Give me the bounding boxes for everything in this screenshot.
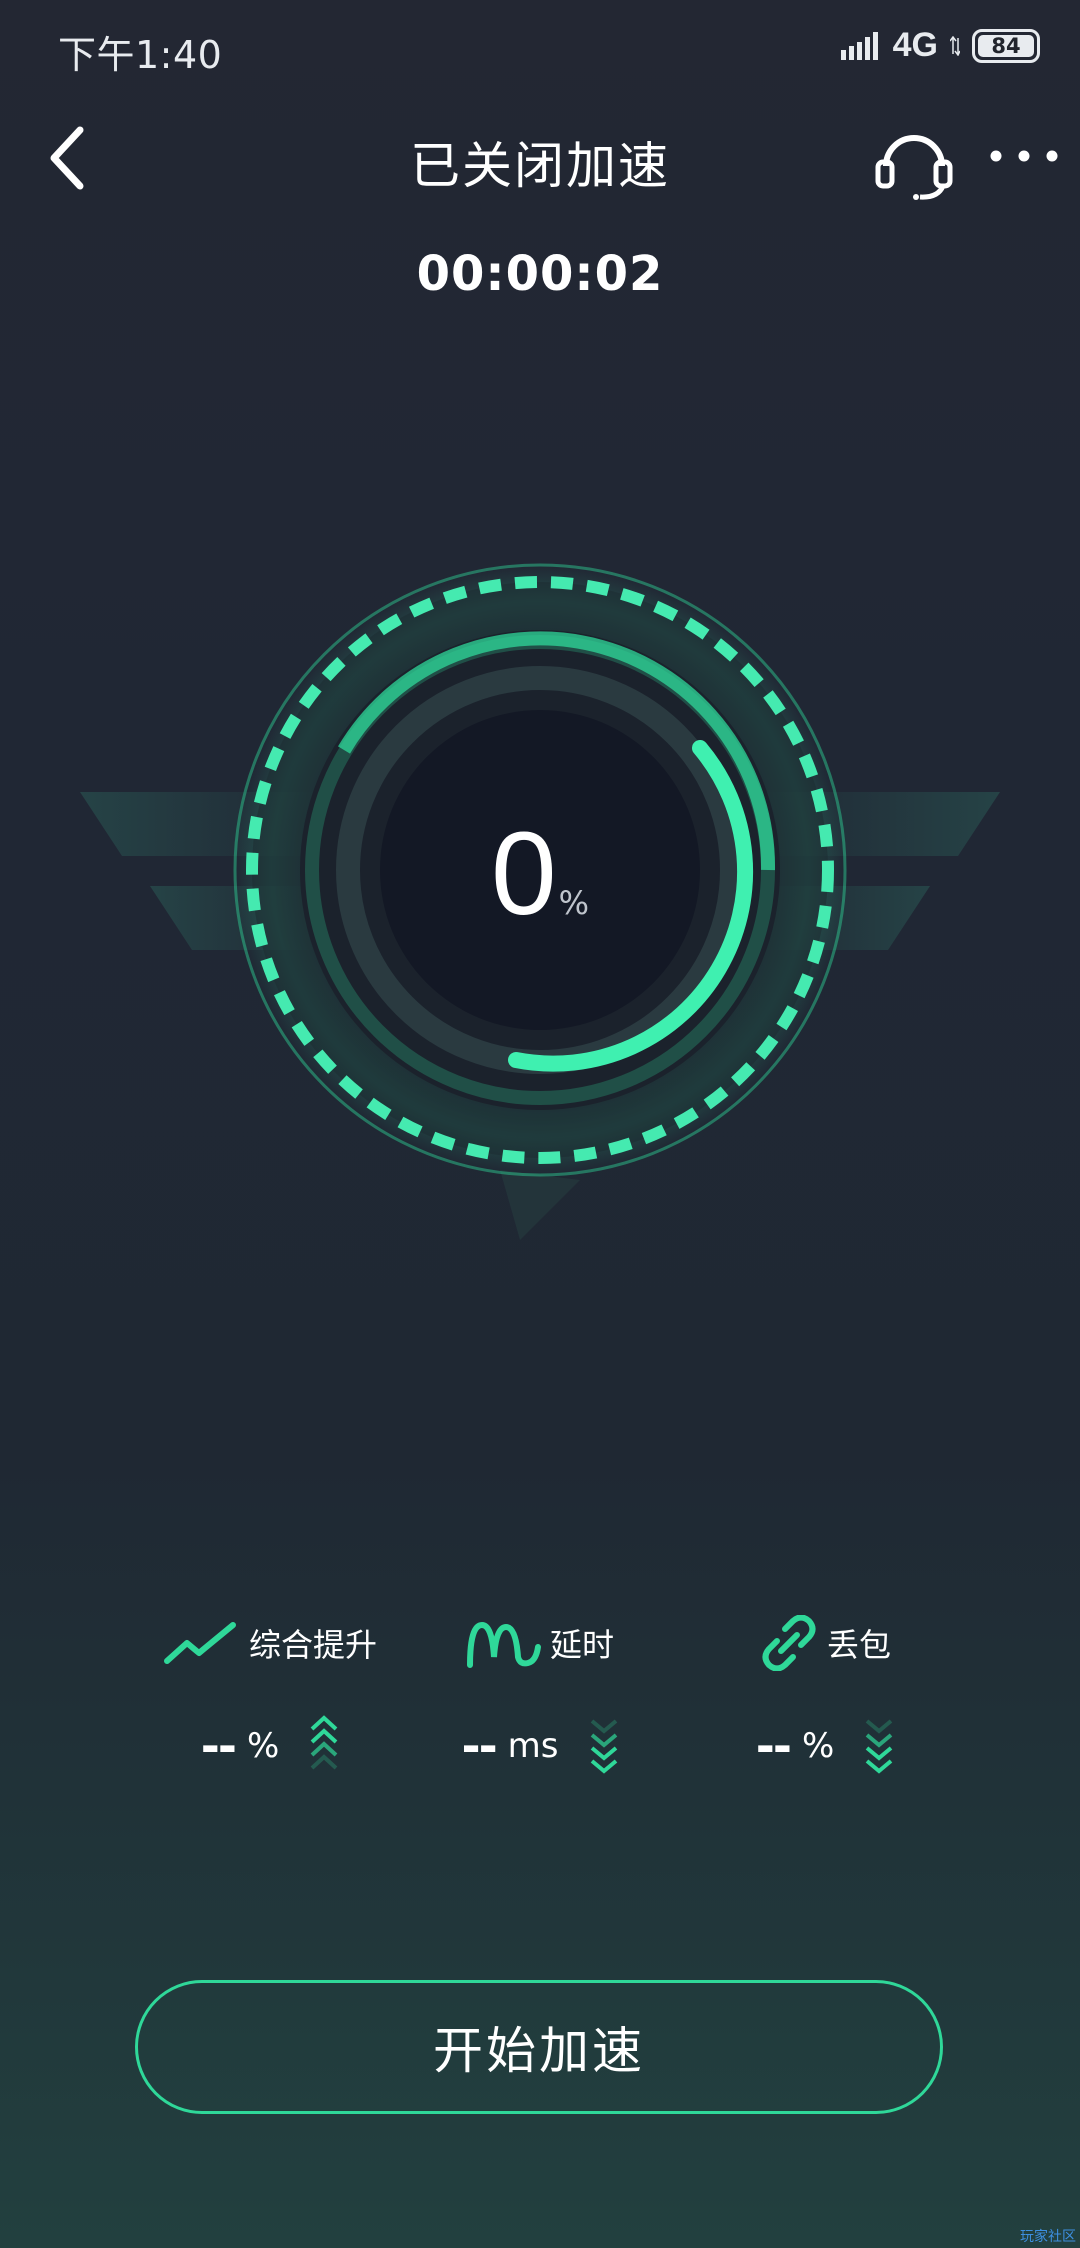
gauge-readout: 0% (0, 806, 1080, 942)
link-icon (762, 1615, 816, 1671)
trend-up-icon (163, 1622, 236, 1664)
metric-unit: % (246, 1726, 280, 1766)
metric-label: 丢包 (826, 1626, 891, 1664)
start-acceleration-button[interactable]: 开始加速 (135, 1980, 943, 2114)
metric-unit: % (801, 1726, 835, 1766)
metric-value: -- (755, 1719, 792, 1773)
acceleration-timer: 00:00:02 (416, 246, 664, 302)
battery-indicator: 84 (972, 28, 1040, 63)
signal-icon (840, 31, 878, 60)
status-indicators: 4G 84 (840, 26, 1040, 65)
metric-label: 延时 (549, 1626, 614, 1664)
metric-label: 综合提升 (248, 1626, 377, 1664)
data-arrows-icon (950, 35, 960, 56)
chevrons-down-icon (865, 1719, 893, 1774)
wave-icon (466, 1621, 541, 1668)
chevrons-down-icon (590, 1719, 617, 1774)
gauge-value: 0 (490, 808, 557, 940)
metric-value: -- (461, 1719, 497, 1773)
metric-value: -- (200, 1719, 237, 1773)
status-time: 下午1:40 (58, 33, 223, 77)
gauge-unit: % (558, 884, 590, 922)
network-type: 4G (892, 26, 938, 64)
metric-packet-loss: 丢包 -- % (645, 1615, 1005, 1777)
watermark: 玩家社区 (1020, 2229, 1076, 2245)
battery-level: 84 (991, 33, 1021, 58)
more-icon (990, 150, 1058, 162)
headset-icon (875, 135, 953, 200)
customer-service-button[interactable] (872, 122, 956, 200)
metric-unit: ms (507, 1726, 559, 1766)
more-button[interactable] (984, 136, 1064, 176)
chevrons-up-icon (310, 1715, 338, 1770)
